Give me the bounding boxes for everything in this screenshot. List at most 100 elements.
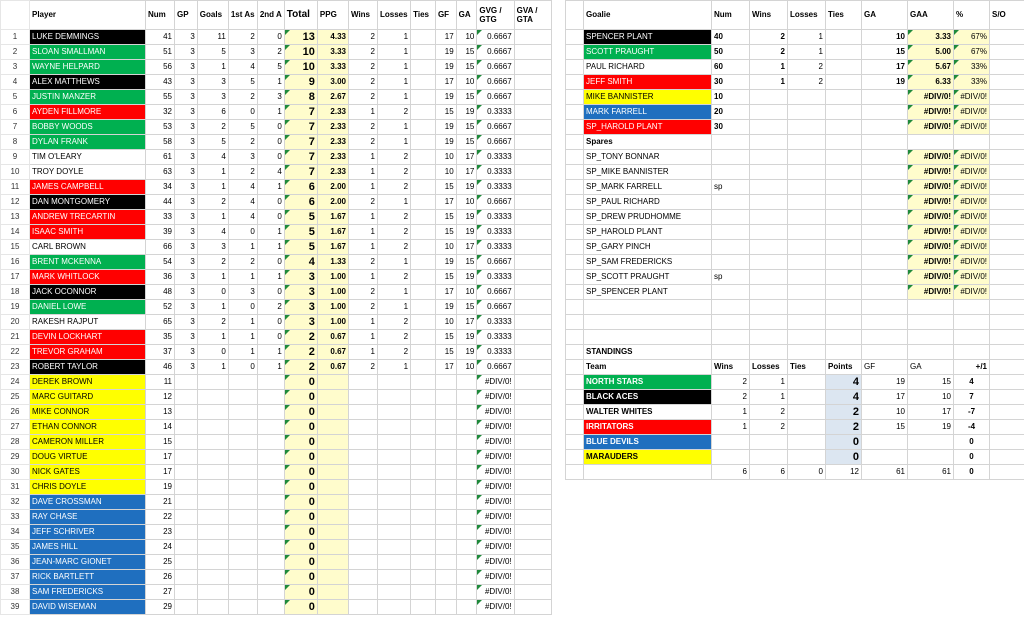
player-ppg[interactable]: 0.67 — [316, 329, 349, 345]
player-goals[interactable] — [196, 569, 229, 585]
standings-title[interactable]: STANDINGS — [583, 344, 712, 360]
empty-cell[interactable] — [989, 359, 1024, 375]
player-num[interactable]: 22 — [145, 509, 175, 525]
player-gva[interactable] — [513, 434, 553, 450]
player-gva[interactable] — [513, 464, 553, 480]
player-total[interactable]: 7 — [283, 119, 318, 135]
player-ga[interactable]: 19 — [455, 224, 478, 240]
player-total[interactable]: 7 — [283, 104, 318, 120]
player-gf[interactable]: 15 — [434, 329, 457, 345]
player-gva[interactable] — [513, 584, 553, 600]
player-total[interactable]: 7 — [283, 164, 318, 180]
empty-cell[interactable] — [825, 299, 862, 315]
player-gva[interactable] — [513, 59, 553, 75]
player-gp[interactable] — [174, 389, 198, 405]
player-1st-assist[interactable] — [227, 389, 258, 405]
spare-goalie-name[interactable]: SP_MARK FARRELL — [583, 179, 712, 195]
row-number[interactable]: 16 — [0, 254, 30, 270]
player-gva[interactable] — [513, 389, 553, 405]
player-wins[interactable]: 2 — [347, 359, 378, 375]
goalie-losses[interactable] — [787, 119, 826, 135]
spacer-cell[interactable] — [565, 434, 584, 450]
goalie-ties[interactable] — [825, 74, 862, 90]
row-number[interactable]: 10 — [0, 164, 30, 180]
goalie-wins[interactable]: 1 — [749, 74, 788, 90]
row-number[interactable]: 25 — [0, 389, 30, 405]
player-gvg[interactable]: 0.6667 — [476, 194, 515, 210]
player-ppg[interactable]: 1.33 — [316, 254, 349, 270]
player-gvg[interactable]: 0.6667 — [476, 74, 515, 90]
player-gf[interactable]: 15 — [434, 179, 457, 195]
player-wins[interactable]: 2 — [347, 284, 378, 300]
player-name[interactable]: JEFF SCHRIVER — [29, 524, 146, 540]
player-gf[interactable] — [434, 584, 457, 600]
player-ppg[interactable]: 1.00 — [316, 269, 349, 285]
player-total[interactable]: 3 — [283, 284, 318, 300]
empty-cell[interactable] — [861, 239, 908, 255]
empty-cell[interactable] — [825, 194, 862, 210]
spacer-cell[interactable] — [565, 44, 584, 60]
empty-cell[interactable] — [907, 344, 954, 360]
empty-cell[interactable] — [989, 449, 1024, 465]
empty-cell[interactable] — [749, 209, 788, 225]
player-losses[interactable]: 1 — [376, 44, 412, 60]
row-number[interactable]: 1 — [0, 29, 30, 45]
player-goals[interactable]: 2 — [196, 119, 229, 135]
empty-cell[interactable] — [989, 134, 1024, 150]
spare-goalie-num[interactable]: sp — [711, 179, 750, 195]
player-num[interactable]: 13 — [145, 404, 175, 420]
row-number[interactable]: 8 — [0, 134, 30, 150]
player-gvg[interactable]: #DIV/0! — [476, 509, 515, 525]
player-gf[interactable]: 17 — [434, 74, 457, 90]
player-ppg[interactable]: 2.33 — [316, 104, 349, 120]
player-wins[interactable]: 2 — [347, 74, 378, 90]
standings-diff[interactable]: -7 — [953, 404, 990, 420]
spare-goalie-num[interactable] — [711, 194, 750, 210]
player-name[interactable]: LUKE DEMMINGS — [29, 29, 146, 45]
player-gf[interactable]: 17 — [434, 29, 457, 45]
player-ppg[interactable]: 2.00 — [316, 194, 349, 210]
player-gf[interactable] — [434, 404, 457, 420]
player-goals[interactable] — [196, 509, 229, 525]
player-losses[interactable] — [376, 599, 412, 615]
goalie-so[interactable] — [989, 44, 1024, 60]
player-wins[interactable] — [347, 479, 378, 495]
player-wins[interactable] — [347, 449, 378, 465]
player-num[interactable]: 43 — [145, 74, 175, 90]
player-gp[interactable] — [174, 419, 198, 435]
empty-cell[interactable] — [989, 434, 1024, 450]
spare-goalie-name[interactable]: SP_DREW PRUDHOMME — [583, 209, 712, 225]
player-ties[interactable] — [410, 29, 436, 45]
player-total[interactable]: 3 — [283, 314, 318, 330]
player-gf[interactable]: 15 — [434, 104, 457, 120]
player-gvg[interactable]: #DIV/0! — [476, 539, 515, 555]
player-losses[interactable]: 1 — [376, 29, 412, 45]
goalie-wins[interactable] — [749, 89, 788, 105]
empty-cell[interactable] — [787, 314, 826, 330]
goalie-num[interactable]: 10 — [711, 89, 750, 105]
player-gvg[interactable]: #DIV/0! — [476, 494, 515, 510]
empty-cell[interactable] — [787, 254, 826, 270]
player-2nd-assist[interactable]: 1 — [256, 239, 285, 255]
total-wins[interactable]: 6 — [711, 464, 750, 480]
empty-cell[interactable] — [787, 149, 826, 165]
player-name[interactable]: RICK BARTLETT — [29, 569, 146, 585]
player-gf[interactable]: 17 — [434, 284, 457, 300]
player-gvg[interactable]: 0.3333 — [476, 179, 515, 195]
player-ties[interactable] — [410, 299, 436, 315]
goalie-name[interactable]: MIKE BANNISTER — [583, 89, 712, 105]
standings-ties[interactable] — [787, 434, 826, 450]
goalie-ties[interactable] — [825, 29, 862, 45]
player-ppg[interactable]: 2.00 — [316, 179, 349, 195]
player-ppg[interactable]: 2.33 — [316, 134, 349, 150]
player-gp[interactable] — [174, 599, 198, 615]
spare-goalie-name[interactable]: SP_GARY PINCH — [583, 239, 712, 255]
player-ties[interactable] — [410, 584, 436, 600]
empty-cell[interactable] — [749, 254, 788, 270]
player-num[interactable]: 51 — [145, 44, 175, 60]
player-gva[interactable] — [513, 89, 553, 105]
header-goalie-so[interactable]: S/O — [989, 0, 1024, 30]
player-goals[interactable]: 3 — [196, 89, 229, 105]
empty-cell[interactable] — [989, 284, 1024, 300]
player-gva[interactable] — [513, 329, 553, 345]
